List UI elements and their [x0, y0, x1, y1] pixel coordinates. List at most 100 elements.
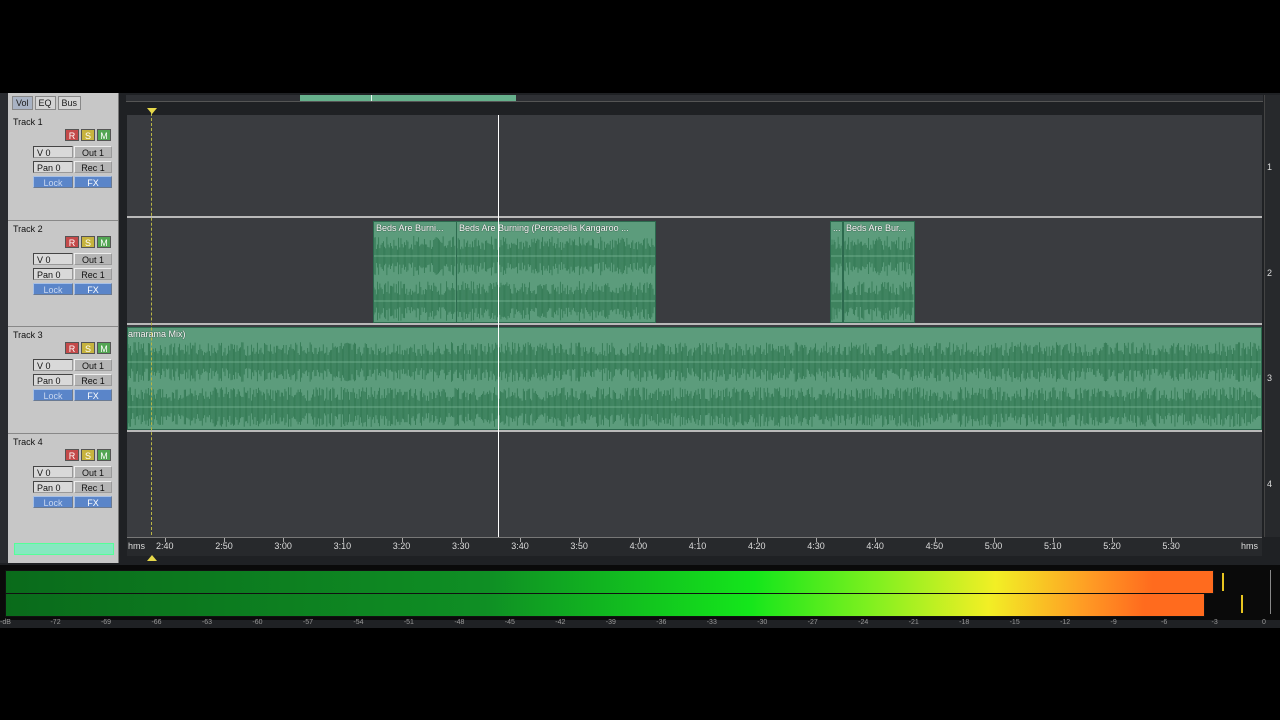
- time-tick: [993, 538, 995, 542]
- lock-button[interactable]: Lock: [33, 496, 73, 508]
- pan-field[interactable]: Pan 0: [33, 161, 73, 173]
- lock-button[interactable]: Lock: [33, 176, 73, 188]
- tab-eq[interactable]: EQ: [34, 96, 56, 110]
- record-arm-button[interactable]: R: [65, 236, 79, 248]
- time-tick-label: 4:10: [688, 541, 707, 551]
- track-name[interactable]: Track 4: [13, 437, 43, 447]
- time-tick-label: 4:40: [866, 541, 884, 551]
- solo-button[interactable]: S: [81, 342, 95, 354]
- time-tick: [342, 538, 344, 542]
- peak-hold-right: [1241, 595, 1244, 613]
- time-tick: [461, 538, 462, 542]
- pan-field[interactable]: Pan 0: [33, 481, 73, 493]
- output-select[interactable]: Out 1: [74, 359, 112, 371]
- record-input-select[interactable]: Rec 1: [74, 268, 112, 280]
- audio-clip[interactable]: Beds Are Burni...: [373, 221, 457, 323]
- session-overview-bar[interactable]: [126, 95, 1263, 102]
- pan-field[interactable]: Pan 0: [33, 268, 73, 280]
- track-lane-4[interactable]: [127, 432, 1262, 537]
- meter-scale-label: 0: [1262, 619, 1266, 626]
- track-lane-1[interactable]: [127, 115, 1262, 221]
- solo-button[interactable]: S: [81, 449, 95, 461]
- output-select[interactable]: Out 1: [74, 253, 112, 265]
- volume-field[interactable]: V 0: [33, 359, 73, 371]
- track-header: Track 2 RSM V 0 Out 1 Pan 0 Rec 1 Lock FX: [8, 222, 118, 326]
- track-header-divider: [8, 220, 118, 221]
- volume-field[interactable]: V 0: [33, 146, 73, 158]
- lock-button[interactable]: Lock: [33, 283, 73, 295]
- meter-end-line: [1270, 570, 1271, 614]
- lock-button[interactable]: Lock: [33, 389, 73, 401]
- tab-bus[interactable]: Bus: [57, 96, 82, 110]
- panel-tabs: Vol EQ Bus: [12, 96, 82, 110]
- tracks-area[interactable]: Beds Are Burni... Beds Are Burning (Perc…: [127, 115, 1262, 537]
- tab-vol[interactable]: Vol: [12, 96, 33, 110]
- record-input-select[interactable]: Rec 1: [74, 161, 112, 173]
- fx-button[interactable]: FX: [74, 176, 112, 188]
- time-tick: [1053, 538, 1054, 542]
- time-tick-label: 4:50: [925, 541, 944, 551]
- track-name[interactable]: Track 1: [13, 117, 43, 127]
- mute-button[interactable]: M: [97, 449, 111, 461]
- record-arm-button[interactable]: R: [65, 449, 79, 461]
- meter-scale-label: -69: [100, 619, 112, 626]
- time-ruler[interactable]: hms hms 2:40 2:50 3:00 3:10 3:20 3:30 3:40 3:50…: [127, 537, 1262, 556]
- track-name[interactable]: Track 3: [13, 330, 43, 340]
- audio-clip[interactable]: ...: [830, 221, 843, 323]
- fx-button[interactable]: FX: [74, 496, 112, 508]
- track-color-swatch[interactable]: [14, 543, 114, 555]
- track-header: Track 1 RSM V 0 Out 1 Pan 0 Rec 1 Lock FX: [8, 115, 118, 219]
- waveform: [831, 236, 842, 321]
- lane-number: 2: [1267, 268, 1273, 278]
- time-tick-label: 3:40: [511, 541, 529, 551]
- meter-scale-label: -dB: [0, 619, 11, 626]
- time-tick-label: 5:20: [1103, 541, 1121, 551]
- meter-scale-label: -57: [302, 619, 313, 626]
- time-tick-label: 3:00: [274, 541, 292, 551]
- pan-field[interactable]: Pan 0: [33, 374, 73, 386]
- solo-button[interactable]: S: [81, 129, 95, 141]
- record-input-select[interactable]: Rec 1: [74, 374, 112, 386]
- record-arm-button[interactable]: R: [65, 129, 79, 141]
- volume-field[interactable]: V 0: [33, 466, 73, 478]
- lane-number: 3: [1267, 373, 1273, 383]
- record-input-select[interactable]: Rec 1: [74, 481, 112, 493]
- clip-label: Beds Are Burning (Percapella Kangaroo ..…: [459, 223, 629, 233]
- meter-scale-label: -66: [151, 619, 162, 626]
- fx-button[interactable]: FX: [74, 389, 112, 401]
- solo-button[interactable]: S: [81, 236, 95, 248]
- record-arm-button[interactable]: R: [65, 342, 79, 354]
- volume-field[interactable]: V 0: [33, 253, 73, 265]
- start-marker-icon[interactable]: [147, 108, 157, 114]
- time-tick: [1171, 538, 1173, 542]
- timeline-unit: hms: [128, 541, 146, 551]
- track-header: Track 3 RSM V 0 Out 1 Pan 0 Rec 1 Lock FX: [8, 328, 118, 432]
- track-header-divider: [8, 326, 118, 327]
- audio-clip[interactable]: Beds Are Bur...: [843, 221, 915, 323]
- playhead-cursor[interactable]: [498, 115, 499, 537]
- fx-button[interactable]: FX: [74, 283, 112, 295]
- timeline-unit: hms: [1241, 541, 1259, 551]
- time-tick-label: 4:00: [629, 541, 648, 551]
- track-lane-2[interactable]: [127, 218, 1262, 324]
- meter-scale-label: -60: [252, 619, 263, 626]
- time-tick-label: 2:40: [156, 541, 174, 551]
- meter-scale-label: -63: [201, 619, 213, 626]
- audio-clip[interactable]: amarama Mix): [127, 327, 1262, 430]
- start-time-line: [151, 108, 152, 540]
- mute-button[interactable]: M: [97, 236, 111, 248]
- output-select[interactable]: Out 1: [74, 146, 112, 158]
- meter-scale-label: -27: [807, 619, 818, 626]
- output-select[interactable]: Out 1: [74, 466, 112, 478]
- start-marker-bottom-icon[interactable]: [147, 555, 157, 561]
- overview-view-range[interactable]: [300, 95, 516, 101]
- mute-button[interactable]: M: [97, 129, 111, 141]
- audio-clip[interactable]: Beds Are Burning (Percapella Kangaroo ..…: [456, 221, 656, 323]
- meter-scale-label: -72: [50, 619, 61, 626]
- overview-playhead: [371, 95, 372, 101]
- left-edge-strip: [0, 93, 8, 563]
- meter-scale-label: -12: [1060, 619, 1071, 626]
- track-name[interactable]: Track 2: [13, 224, 43, 234]
- mute-button[interactable]: M: [97, 342, 111, 354]
- time-tick-label: 5:00: [984, 541, 1003, 551]
